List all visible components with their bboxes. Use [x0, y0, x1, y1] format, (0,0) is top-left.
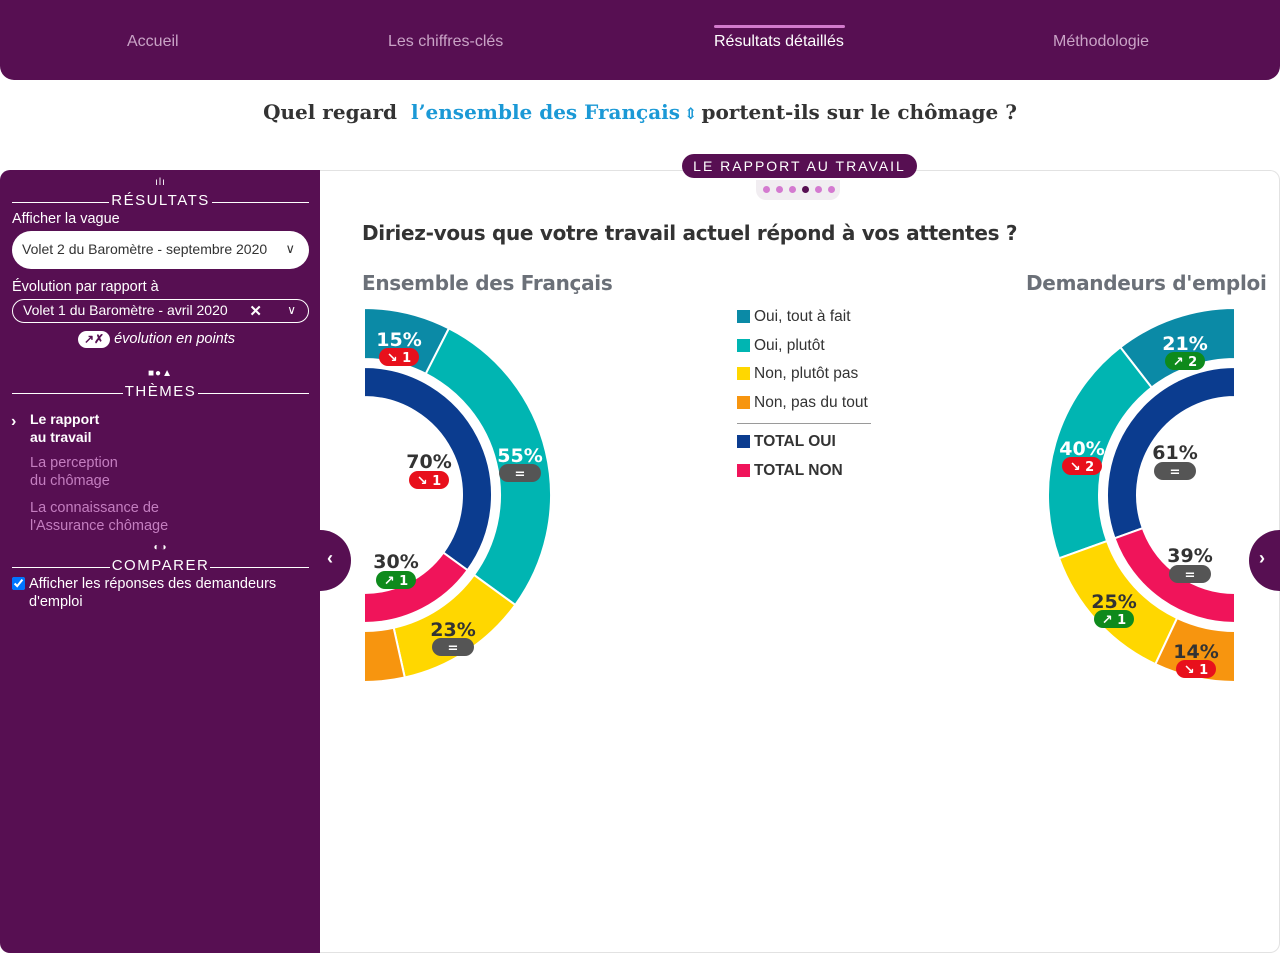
- theme-connaissance-assurance[interactable]: La connaissance de l'Assurance chômage: [30, 499, 168, 535]
- nav-accueil[interactable]: Accueil: [127, 33, 179, 51]
- question-prefix: Quel regard: [263, 100, 398, 124]
- theme-perception-chomage[interactable]: La perception du chômage: [30, 454, 118, 490]
- legend-swatch: [737, 435, 750, 448]
- results-title: RÉSULTATS: [111, 192, 210, 209]
- population-selector[interactable]: l’ensemble des Français: [411, 100, 680, 124]
- right-chart-subtitle: Demandeurs d'emploi: [1026, 271, 1267, 295]
- evolution-toggle-icon[interactable]: ↗✗: [78, 331, 111, 348]
- pager-dot[interactable]: [776, 186, 783, 193]
- question-pager: [756, 180, 840, 200]
- legend-divider: [737, 423, 871, 424]
- bar-chart-icon: ılı: [155, 177, 166, 188]
- theme-label-line1: La connaissance de: [30, 500, 159, 516]
- compare-label: Afficher les réponses des demandeurs d'e…: [29, 576, 277, 610]
- wave-select-value: Volet 2 du Baromètre - septembre 2020: [22, 241, 268, 257]
- legend-swatch: [737, 464, 750, 477]
- evolution-select[interactable]: Volet 1 du Baromètre - avril 2020 ✕ ∨: [12, 299, 309, 323]
- wave-select[interactable]: Volet 2 du Baromètre - septembre 2020 ∨: [12, 231, 309, 269]
- theme-pill: LE RAPPORT AU TRAVAIL: [682, 154, 917, 178]
- page-question: Quel regard l’ensemble des Français ⇕ port…: [0, 100, 1280, 124]
- legend-label: Non, plutôt pas: [754, 365, 859, 382]
- evolution-select-value: Volet 1 du Baromètre - avril 2020: [23, 302, 228, 318]
- legend-swatch: [737, 310, 750, 323]
- theme-label-line2: au travail: [30, 429, 92, 445]
- sidebar: ılı RÉSULTATS Afficher la vague Volet 2 …: [0, 170, 320, 953]
- legend-label: Non, pas du tout: [754, 394, 868, 411]
- updown-chevron-icon[interactable]: ⇕: [684, 104, 697, 123]
- wave-label: Afficher la vague: [12, 211, 120, 227]
- nav-resultats-detailles[interactable]: Résultats détaillés: [714, 33, 844, 51]
- top-navigation: Accueil Les chiffres-clés Résultats déta…: [0, 0, 1280, 80]
- themes-section-header: ■●▲ THÈMES: [12, 368, 309, 401]
- legend-swatch: [737, 396, 750, 409]
- theme-label-line2: du chômage: [30, 473, 110, 489]
- pager-dot[interactable]: [828, 186, 835, 193]
- legend-label: TOTAL OUI: [754, 433, 836, 450]
- active-nav-indicator: [714, 25, 845, 28]
- left-chart-subtitle: Ensemble des Français: [362, 271, 613, 295]
- pager-dot[interactable]: [763, 186, 770, 193]
- compare-title: COMPARER: [111, 557, 210, 574]
- clear-icon[interactable]: ✕: [249, 302, 262, 320]
- chevron-right-icon: ›: [1259, 548, 1265, 568]
- pager-dot[interactable]: [815, 186, 822, 193]
- theme-rapport-travail[interactable]: Le rapport au travail: [30, 410, 99, 446]
- pager-dot-active[interactable]: [802, 186, 809, 193]
- nav-methodologie[interactable]: Méthodologie: [1053, 33, 1149, 51]
- shapes-icon: ■●▲: [148, 368, 173, 379]
- chevron-down-icon: ∨: [285, 241, 295, 256]
- evolution-label: Évolution par rapport à: [12, 279, 159, 295]
- compare-icon: ◐◑: [153, 542, 168, 553]
- chevron-down-icon: ∨: [287, 303, 296, 317]
- pager-dot[interactable]: [789, 186, 796, 193]
- results-section-header: ılı RÉSULTATS: [12, 177, 309, 210]
- question-title: Diriez-vous que votre travail actuel rép…: [362, 221, 1018, 245]
- themes-title: THÈMES: [124, 383, 197, 400]
- evolution-points-label: évolution en points: [114, 331, 236, 347]
- compare-option[interactable]: Afficher les réponses des demandeurs d'e…: [12, 575, 312, 611]
- legend-label: Oui, tout à fait: [754, 308, 851, 325]
- compare-checkbox[interactable]: [12, 577, 25, 590]
- question-suffix: portent-ils sur le chômage ?: [701, 100, 1017, 124]
- compare-section-header: ◐◑ COMPARER: [12, 542, 309, 575]
- legend-label: Oui, plutôt: [754, 337, 825, 354]
- evolution-points-toggle[interactable]: ↗✗ évolution en points: [78, 331, 235, 348]
- theme-label-line1: Le rapport: [30, 411, 100, 427]
- theme-label-line2: l'Assurance chômage: [30, 518, 169, 534]
- legend-swatch: [737, 367, 750, 380]
- chevron-left-icon: ‹: [327, 548, 333, 568]
- chevron-right-icon: ›: [11, 413, 17, 430]
- legend-swatch: [737, 339, 750, 352]
- nav-chiffres-cles[interactable]: Les chiffres-clés: [388, 33, 503, 51]
- legend-label: TOTAL NON: [754, 462, 843, 479]
- theme-label-line1: La perception: [30, 455, 118, 471]
